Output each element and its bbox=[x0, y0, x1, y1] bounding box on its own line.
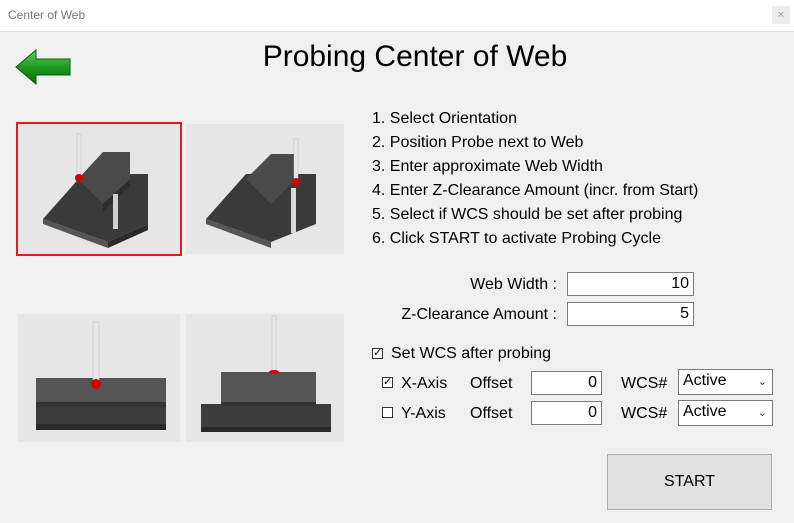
step-4: 4. Enter Z-Clearance Amount (incr. from … bbox=[372, 182, 699, 199]
title-bar: Center of Web × bbox=[0, 0, 794, 32]
step-1: 1. Select Orientation bbox=[372, 110, 517, 127]
y-offset-input[interactable]: 0 bbox=[531, 401, 602, 425]
y-wcs-value: Active bbox=[683, 403, 727, 420]
z-clearance-input[interactable]: 5 bbox=[567, 302, 694, 326]
x-offset-input[interactable]: 0 bbox=[531, 371, 602, 395]
set-wcs-checkbox[interactable]: ✓ bbox=[372, 348, 383, 359]
chevron-down-icon: ⌄ bbox=[757, 407, 767, 419]
x-wcs-value: Active bbox=[683, 372, 727, 389]
step-6: 6. Click START to activate Probing Cycle bbox=[372, 230, 661, 247]
x-wcs-select[interactable]: Active ⌄ bbox=[678, 369, 773, 395]
start-button[interactable]: START bbox=[607, 454, 772, 510]
step-5: 5. Select if WCS should be set after pro… bbox=[372, 206, 683, 223]
set-wcs-label: Set WCS after probing bbox=[391, 345, 552, 362]
window-title: Center of Web bbox=[8, 8, 86, 22]
y-wcs-select[interactable]: Active ⌄ bbox=[678, 400, 773, 426]
close-button[interactable]: × bbox=[772, 6, 790, 24]
orientation-option-1[interactable] bbox=[16, 122, 182, 256]
orientation-option-4[interactable] bbox=[186, 314, 344, 442]
page-title: Probing Center of Web bbox=[262, 40, 568, 73]
web-width-label: Web Width : bbox=[470, 276, 557, 293]
instruction-list: 1. Select Orientation 2. Position Probe … bbox=[372, 109, 698, 253]
step-2: 2. Position Probe next to Web bbox=[372, 134, 584, 151]
x-axis-checkbox[interactable]: ✓ bbox=[382, 377, 393, 388]
chevron-down-icon: ⌄ bbox=[757, 376, 767, 388]
z-clearance-label: Z-Clearance Amount : bbox=[401, 306, 557, 323]
y-axis-checkbox[interactable] bbox=[382, 407, 393, 418]
step-3: 3. Enter approximate Web Width bbox=[372, 158, 603, 175]
x-offset-label: Offset bbox=[470, 375, 513, 392]
y-wcs-label: WCS# bbox=[621, 405, 668, 422]
x-axis-label: X-Axis bbox=[401, 375, 448, 392]
orientation-option-3[interactable] bbox=[18, 314, 180, 442]
x-wcs-label: WCS# bbox=[621, 375, 668, 392]
y-axis-label: Y-Axis bbox=[401, 405, 446, 422]
orientation-option-2[interactable] bbox=[186, 124, 344, 254]
y-offset-label: Offset bbox=[470, 405, 513, 422]
web-width-input[interactable]: 10 bbox=[567, 272, 694, 296]
